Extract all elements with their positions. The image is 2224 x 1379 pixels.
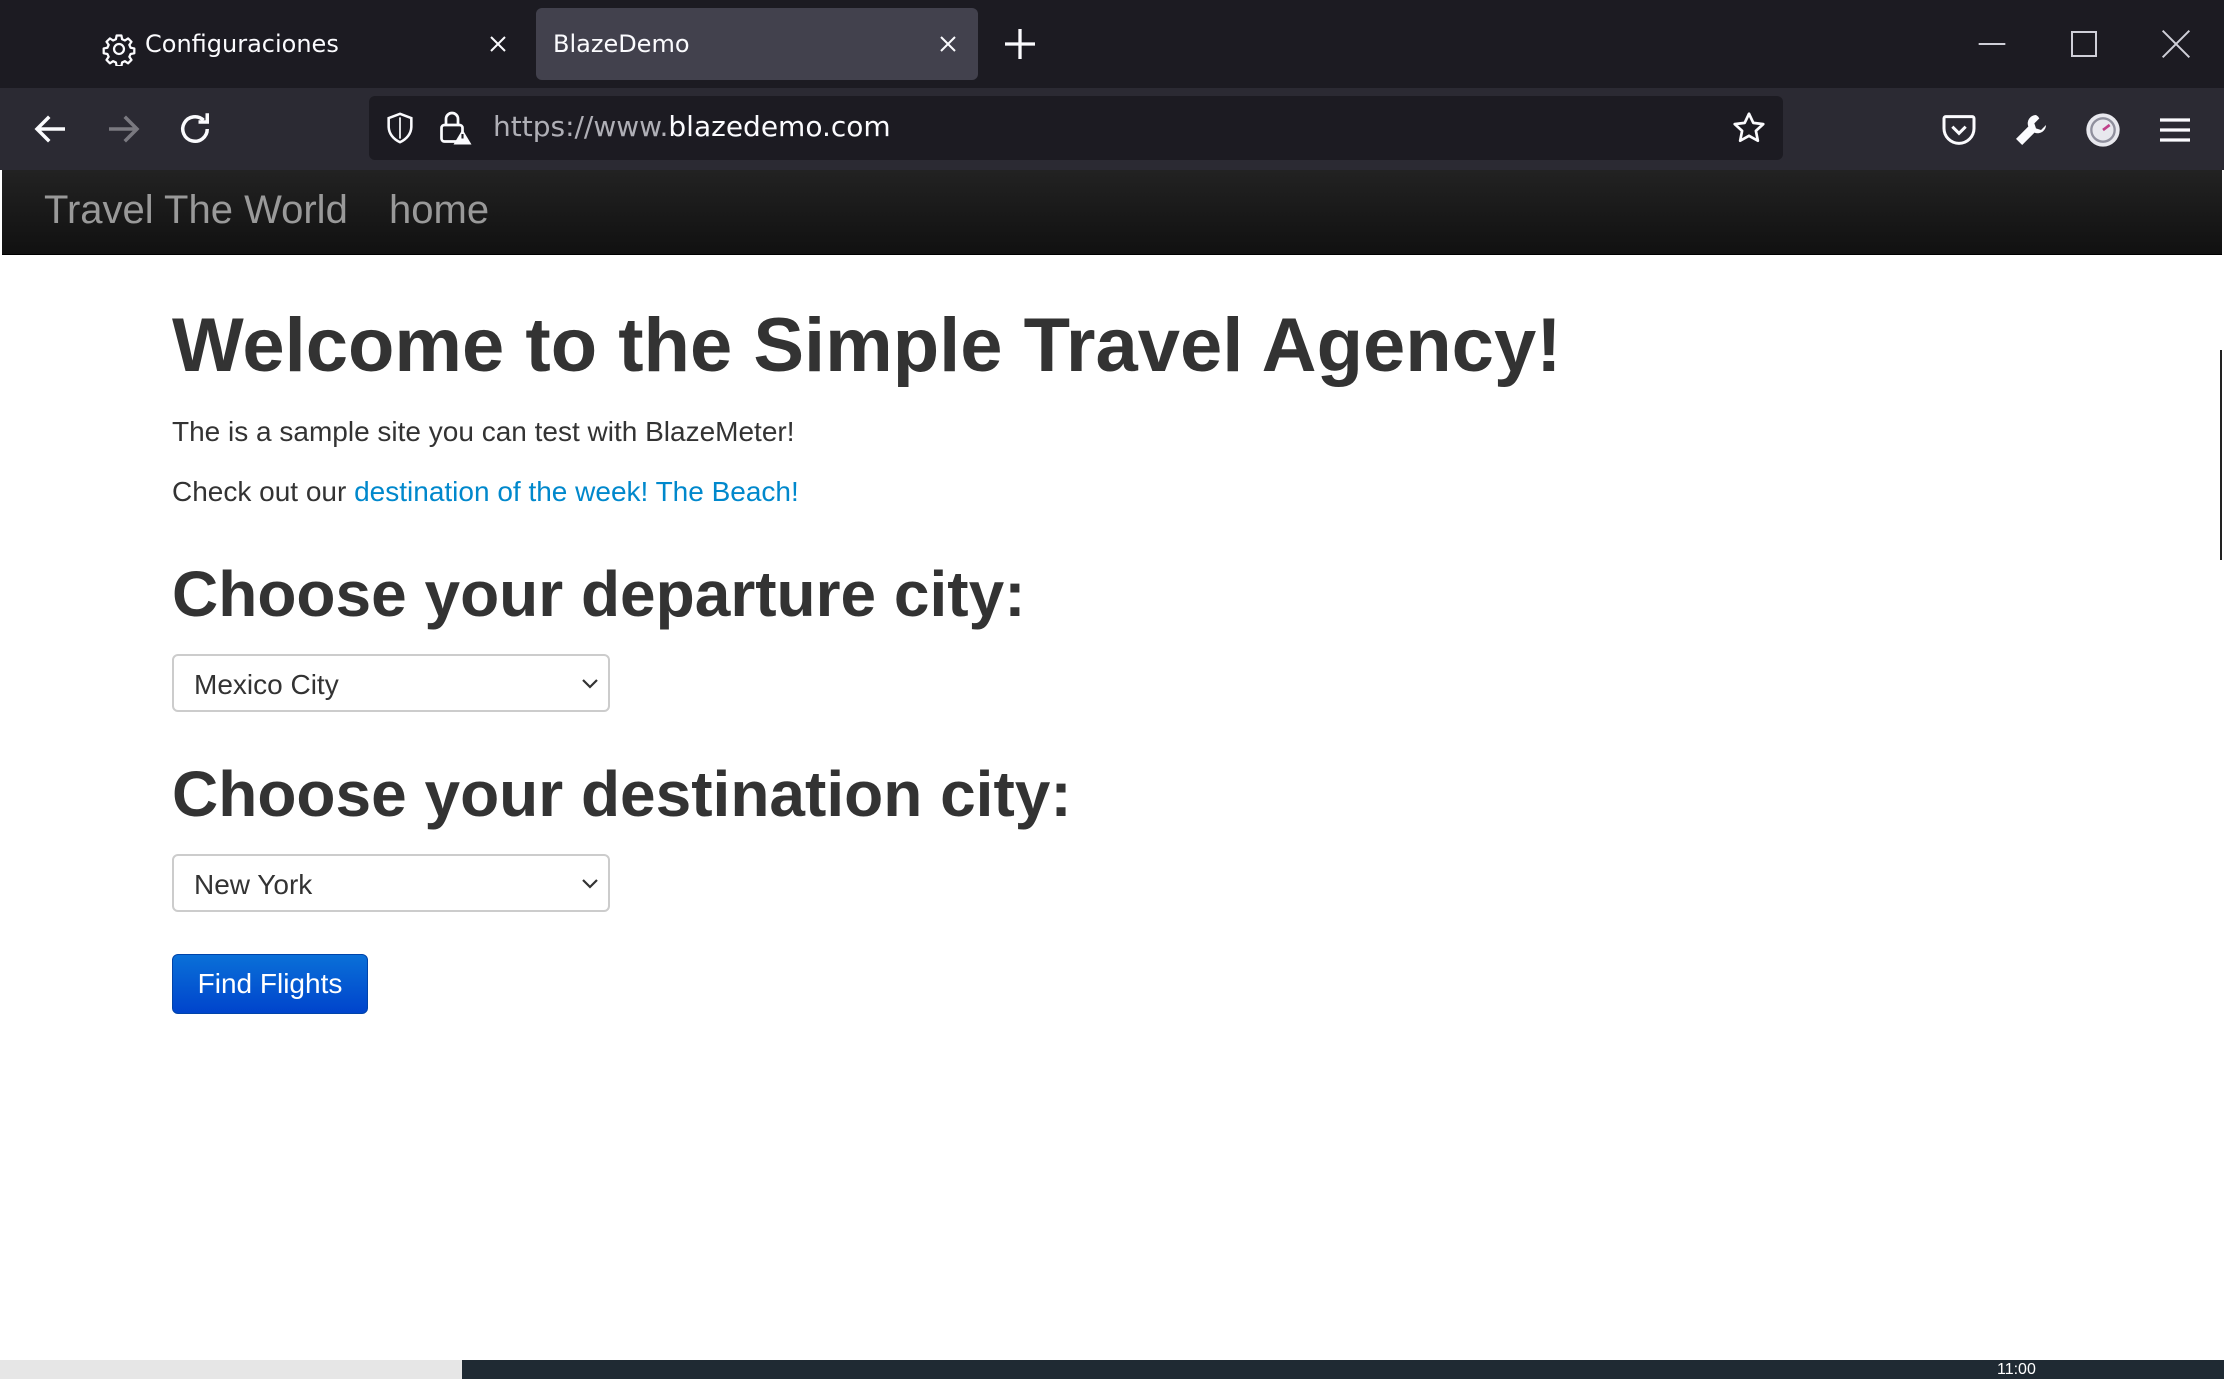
pocket-icon[interactable] (1939, 110, 1979, 150)
chevron-down-icon (582, 879, 598, 889)
site-navbar: Travel The World home (2, 170, 2222, 255)
maximize-icon[interactable] (2068, 28, 2100, 60)
taskbar-clock[interactable]: 11:00 (1997, 1360, 2036, 1379)
promo-prefix: Check out our (172, 476, 347, 507)
promo-line: Check out our destination of the week! T… (172, 476, 799, 508)
url-prefix: https://www. (493, 110, 669, 143)
site-brand[interactable]: Travel The World (44, 188, 348, 233)
url-host: blazedemo.com (668, 110, 891, 143)
minimize-icon[interactable] (1976, 28, 2008, 60)
tab-strip: Configuraciones BlazeDemo (0, 0, 2224, 88)
wrench-icon[interactable] (2011, 110, 2051, 150)
back-arrow-icon[interactable] (30, 108, 72, 150)
browser-window: Configuraciones BlazeDemo https://www.bl… (0, 0, 2224, 1360)
destination-city-select[interactable]: New York (172, 854, 610, 912)
departure-heading: Choose your departure city: (172, 558, 1026, 630)
shield-icon[interactable] (383, 110, 417, 146)
bookmark-star-icon[interactable] (1731, 110, 1767, 146)
window-close-icon[interactable] (2160, 28, 2192, 60)
insecure-lock-icon[interactable] (437, 108, 473, 148)
page-title: Welcome to the Simple Travel Agency! (172, 303, 1562, 388)
find-flights-button[interactable]: Find Flights (172, 954, 368, 1014)
destination-week-link[interactable]: destination of the week! The Beach! (354, 476, 799, 507)
destination-selected-value: New York (194, 869, 313, 900)
web-page: Travel The World home Welcome to the Sim… (2, 170, 2222, 1360)
tab-label: BlazeDemo (553, 30, 690, 58)
hamburger-menu-icon[interactable] (2155, 110, 2195, 150)
window-edge (2220, 350, 2222, 560)
extension-avatar-icon[interactable] (2083, 110, 2123, 150)
lead-text: The is a sample site you can test with B… (172, 416, 795, 447)
close-icon[interactable] (486, 32, 510, 56)
taskbar-left-area (0, 1360, 462, 1379)
close-icon[interactable] (936, 32, 960, 56)
new-tab-plus-icon[interactable] (1002, 26, 1038, 62)
destination-heading: Choose your destination city: (172, 758, 1072, 830)
url-text[interactable]: https://www.blazedemo.com (493, 110, 891, 143)
nav-home-link[interactable]: home (389, 188, 489, 233)
forward-arrow-icon[interactable] (102, 108, 144, 150)
reload-icon[interactable] (174, 108, 216, 150)
departure-selected-value: Mexico City (194, 669, 339, 700)
os-taskbar: 11:00 (462, 1360, 2224, 1379)
gear-icon (102, 34, 136, 66)
tab-blazedemo[interactable]: BlazeDemo (536, 8, 978, 80)
departure-city-select[interactable]: Mexico City (172, 654, 610, 712)
address-bar[interactable]: https://www.blazedemo.com (369, 96, 1783, 160)
tab-configuraciones[interactable]: Configuraciones (88, 8, 528, 80)
chevron-down-icon (582, 679, 598, 689)
tab-label: Configuraciones (145, 30, 339, 58)
